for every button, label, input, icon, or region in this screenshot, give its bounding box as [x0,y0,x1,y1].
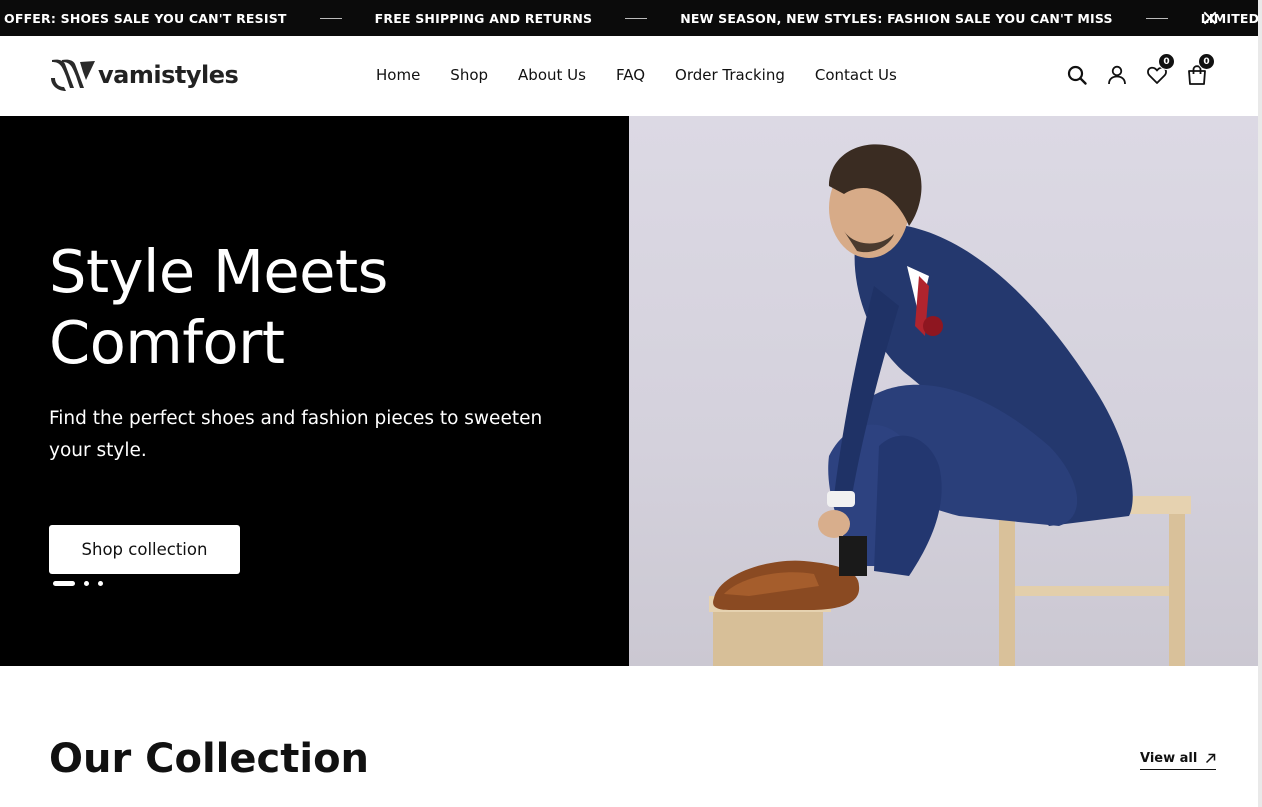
cart-icon[interactable]: 0 [1186,53,1215,86]
arrow-up-right-icon [1206,753,1216,764]
man-on-stool-illustration [709,144,1191,666]
hero-slider: Style Meets Comfort Find the perfect sho… [0,116,1258,666]
slide-dots [53,581,112,586]
cart-count-badge: 0 [1198,53,1215,70]
nav-about-us[interactable]: About Us [518,66,586,84]
view-all-link[interactable]: View all [1140,751,1217,770]
hero-title: Style Meets Comfort [49,236,569,378]
nav-faq[interactable]: FAQ [616,66,645,84]
header-icons: 0 0 [1066,53,1226,86]
announcement-separator [1145,17,1168,19]
slide-dot-2[interactable] [84,581,89,586]
announcement-separator [319,17,342,19]
hero-subtitle: Find the perfect shoes and fashion piece… [49,408,543,461]
hero-image [629,116,1258,666]
page-scrollbar[interactable] [1258,0,1262,807]
announcement-bar: OFFER: SHOES SALE YOU CAN'T RESIST FREE … [0,0,1258,36]
slide-dot-1[interactable] [53,581,75,586]
wishlist-count-badge: 0 [1158,53,1175,70]
logo-mark-icon [51,59,95,91]
announcement-item: OFFER: SHOES SALE YOU CAN'T RESIST [4,10,287,26]
search-icon[interactable] [1066,64,1088,86]
brand-name: vamistyles [98,61,239,89]
nav-contact-us[interactable]: Contact Us [815,66,897,84]
shop-collection-button[interactable]: Shop collection [49,525,240,574]
nav-order-tracking[interactable]: Order Tracking [675,66,785,84]
announcement-item: NEW SEASON, NEW STYLES: FASHION SALE YOU… [680,10,1113,26]
slide-dot-3[interactable] [98,581,103,586]
hero-text-panel: Style Meets Comfort Find the perfect sho… [0,116,629,666]
hero-title-line-2: Comfort [49,308,285,377]
announcement-item: FREE SHIPPING AND RETURNS [374,10,593,26]
hero-title-line-1: Style Meets [49,237,388,306]
logo[interactable]: vamistyles [50,58,239,92]
announcement-track: OFFER: SHOES SALE YOU CAN'T RESIST FREE … [4,0,1258,36]
view-all-label: View all [1140,751,1198,766]
site-header: vamistyles Home Shop About Us FAQ Order … [0,36,1258,116]
announcement-separator [625,17,648,19]
account-icon[interactable] [1106,64,1128,86]
wishlist-icon[interactable]: 0 [1146,53,1175,86]
nav-home[interactable]: Home [376,66,420,84]
collection-heading: Our Collection [49,736,370,782]
nav-shop[interactable]: Shop [450,66,488,84]
close-icon[interactable] [1200,8,1220,28]
main-nav: Home Shop About Us FAQ Order Tracking Co… [376,66,927,84]
